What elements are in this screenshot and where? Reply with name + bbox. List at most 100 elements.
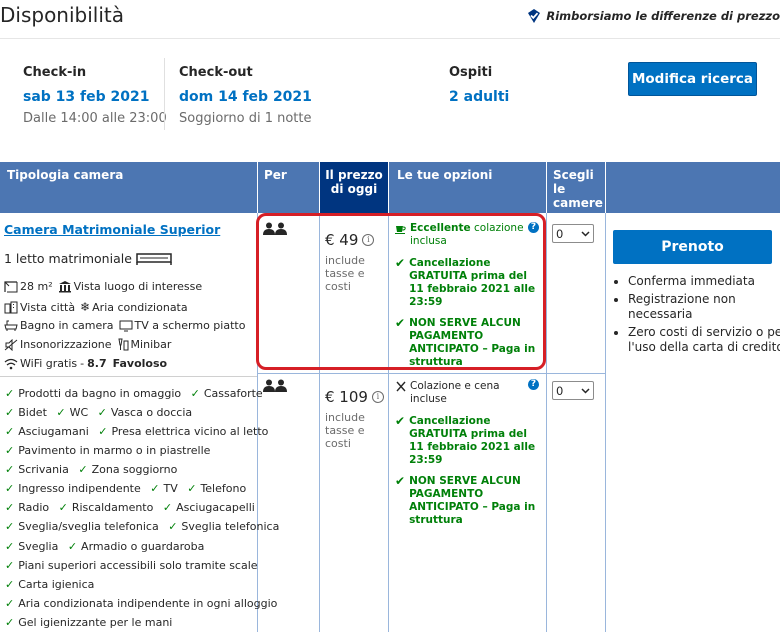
offer-price: € 109 i <box>325 388 384 406</box>
free-cancellation: ✔ Cancellazione GRATUITA prima del 11 fe… <box>395 415 540 467</box>
amenity-row: ✓ Ingresso indipendente ✓ TV ✓ Telefono <box>5 482 252 495</box>
amenity-row: ✓ Sveglia ✓ Armadio o guardaroba <box>5 540 210 553</box>
help-icon[interactable]: ? <box>528 379 539 390</box>
check-icon: ✔ <box>395 474 406 488</box>
amenity: Scrivania <box>18 463 69 476</box>
check-icon: ✓ <box>78 463 88 476</box>
header-room-type: Tipologia camera <box>0 162 257 213</box>
amenity-row: ✓ Prodotti da bagno in omaggio ✓ Cassafort… <box>5 387 269 400</box>
soundproof-icon <box>4 338 18 351</box>
prepay-line: ANTICIPATO – Paga in <box>409 501 536 513</box>
amenity-row: ✓ Asciugamani ✓ Presa elettrica vicino al … <box>5 425 274 438</box>
check-icon: ✓ <box>168 520 178 533</box>
checkout-label: Check-out <box>179 65 253 80</box>
prepay-line: NON SERVE ALCUN <box>409 475 521 487</box>
amenity-row: ✓ Bidet ✓ WC ✓ Vasca o doccia <box>5 406 198 419</box>
amenity-row: ✓ Piani superiori accessibili solo tramit… <box>5 559 264 572</box>
facility-row: WiFi gratis - 8.7 Favoloso <box>4 357 167 370</box>
wifi-rating: Favoloso <box>112 357 168 370</box>
benefit-item: Zero costi di servizio o per l'uso della… <box>628 325 780 355</box>
checkout-date: dom 14 feb 2021 <box>179 89 312 105</box>
header-price-line2: di oggi <box>330 182 378 196</box>
amenity: WC <box>69 406 89 419</box>
landmark-icon <box>58 280 72 293</box>
soundproofing: Insonorizzazione <box>20 338 112 351</box>
meal-plan: Colazione e cena incluse <box>395 380 540 406</box>
facility-row: 28 m² Vista luogo di interesse <box>4 280 202 293</box>
room-quantity-value: 0 <box>556 226 564 241</box>
amenity: Asciugamani <box>18 425 89 438</box>
header-price: Il prezzo di oggi <box>320 162 388 213</box>
check-icon: ✓ <box>150 482 160 495</box>
promo-text: Rimborsiamo le differenze di prezzo <box>546 9 780 23</box>
cutlery-icon <box>396 381 406 392</box>
offer-options: Colazione e cena incluse ✔ Cancellazione… <box>395 380 540 527</box>
room-size-icon <box>4 280 18 293</box>
check-icon: ✓ <box>5 540 15 553</box>
minibar-icon <box>117 338 129 351</box>
chevron-down-icon <box>581 387 590 394</box>
amenity-row: ✓ Carta igienica <box>5 578 100 591</box>
highlight-box <box>256 213 546 370</box>
amenity: Radio <box>18 501 50 514</box>
check-icon: ✓ <box>187 482 197 495</box>
amenity-row: ✓ Radio ✓ Riscaldamento ✓ Asciugacapelli <box>5 501 261 514</box>
facility-row: Insonorizzazione Minibar <box>4 338 171 351</box>
free-wifi: WiFi gratis <box>20 357 78 370</box>
shield-check-icon <box>528 9 541 23</box>
cancel-line: 11 febbraio 2021 alle <box>409 441 536 453</box>
amenity: Cassaforte <box>203 387 263 400</box>
stay-length: Soggiorno di 1 notte <box>179 111 312 126</box>
checkin-time: Dalle 14:00 alle 23:00 <box>23 111 167 126</box>
header-per-label: Per <box>264 168 287 182</box>
no-prepayment: ✔ NON SERVE ALCUN PAGAMENTO ANTICIPATO –… <box>395 475 540 527</box>
amenity: Telefono <box>200 482 247 495</box>
amenity: Presa elettrica vicino al letto <box>111 425 269 438</box>
check-icon: ✓ <box>5 463 15 476</box>
info-icon[interactable]: i <box>371 391 384 403</box>
room-quantity-select[interactable]: 0 <box>552 381 594 400</box>
amenity: Carta igienica <box>18 578 95 591</box>
city-icon <box>4 301 18 314</box>
bath-icon <box>4 319 18 332</box>
price-match-promo[interactable]: Rimborsiamo le differenze di prezzo <box>526 8 780 24</box>
header-booking <box>606 162 780 213</box>
booking-benefits: Conferma immediata Registrazione non nec… <box>612 274 780 358</box>
room-quantity-value: 0 <box>556 383 564 398</box>
book-button[interactable]: Prenoto <box>613 230 772 264</box>
room-name-link[interactable]: Camera Matrimoniale Superior <box>4 222 220 237</box>
air-conditioning: Aria condizionata <box>92 300 188 314</box>
amenity: Prodotti da bagno in omaggio <box>18 387 182 400</box>
amenity: Sveglia/sveglia telefonica <box>18 520 159 533</box>
check-icon: ✓ <box>56 406 66 419</box>
amenity-row: ✓ Aria condizionata indipendente in ogni … <box>5 597 283 610</box>
check-icon: ✓ <box>67 540 78 553</box>
amenity: Ingresso indipendente <box>18 482 141 495</box>
amenity-row: ✓ Sveglia/sveglia telefonica ✓ Sveglia tel… <box>5 520 285 533</box>
amenity: Vasca o doccia <box>110 406 193 419</box>
check-icon: ✓ <box>5 387 15 400</box>
header-choose-line1: Scegli <box>553 168 594 182</box>
amenity: Armadio o guardaroba <box>81 540 205 553</box>
header-choose-line2: le <box>553 182 566 196</box>
private-bathroom: Bagno in camera <box>20 319 114 332</box>
header-price-line1: Il prezzo <box>325 168 383 182</box>
guests-value: 2 adulti <box>449 89 510 105</box>
wifi-separator: - <box>80 357 85 370</box>
check-icon: ✓ <box>5 444 15 457</box>
amenity: Sveglia <box>18 540 59 553</box>
facility-row: Vista città ❄ Aria condizionata <box>4 300 188 314</box>
page-title: Disponibilità <box>0 3 125 27</box>
meal-name: Colazione e cena <box>410 380 500 392</box>
check-icon: ✓ <box>58 501 68 514</box>
header-divider <box>0 38 780 39</box>
header-per: Per <box>258 162 319 213</box>
double-bed-icon <box>136 252 172 265</box>
room-quantity-select[interactable]: 0 <box>552 224 594 243</box>
amenity-row: ✓ Gel igienizzante per le mani <box>5 616 178 629</box>
cancel-line: Cancellazione <box>409 415 491 427</box>
header-options: Le tue opzioni <box>389 162 546 213</box>
check-icon: ✓ <box>5 578 15 591</box>
price-note-line: tasse e <box>325 424 365 437</box>
modify-search-button[interactable]: Modifica ricerca <box>628 62 757 96</box>
